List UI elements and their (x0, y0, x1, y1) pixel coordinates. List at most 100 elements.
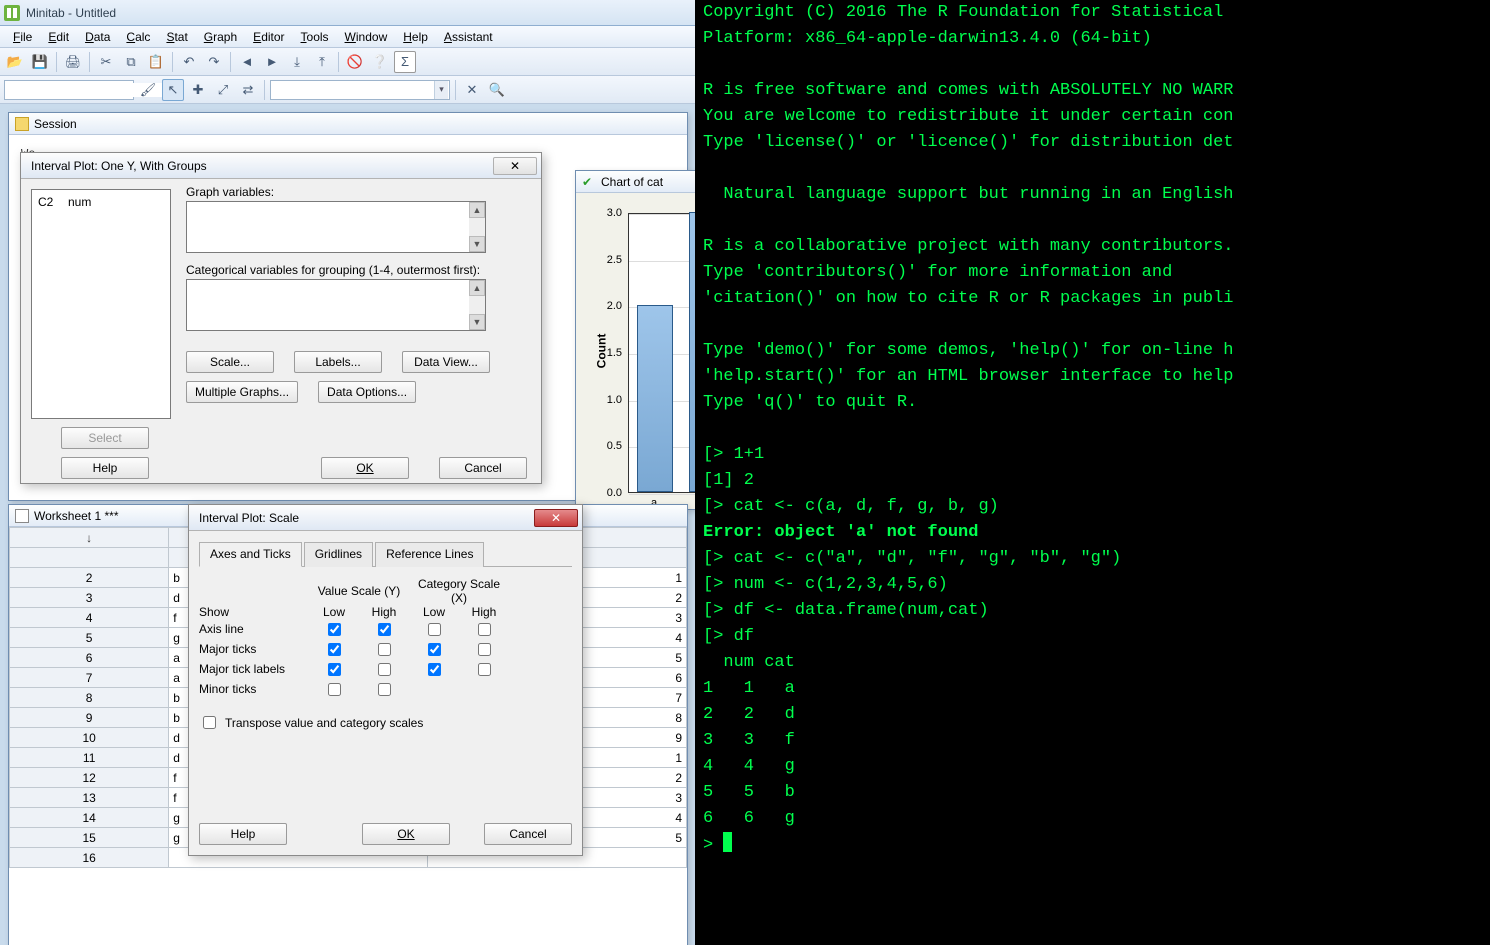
multiple-graphs-button[interactable]: Multiple Graphs... (186, 381, 298, 403)
menu-help[interactable]: Help (396, 28, 435, 46)
scale-checkbox[interactable] (328, 683, 341, 696)
help-button[interactable]: Help (61, 457, 149, 479)
chart-window[interactable]: Chart of cat Count 0.00.51.01.52.02.53.0… (575, 170, 695, 510)
menu-calc[interactable]: Calc (119, 28, 157, 46)
help-icon[interactable]: ❔ (369, 51, 391, 73)
menu-file[interactable]: File (6, 28, 39, 46)
close-button[interactable]: ✕ (493, 157, 537, 175)
scroll-down-icon[interactable]: ▼ (469, 236, 485, 252)
data-view-button[interactable]: Data View... (402, 351, 490, 373)
scroll-down-icon[interactable]: ▼ (469, 314, 485, 330)
scale-checkbox[interactable] (428, 663, 441, 676)
row-index[interactable]: 8 (10, 688, 169, 708)
zoom-combo[interactable]: ▾ (270, 80, 450, 100)
scale-checkbox[interactable] (328, 663, 341, 676)
brush-icon[interactable]: 🖌 (137, 79, 159, 101)
scroll-up-icon[interactable]: ▲ (469, 202, 485, 218)
zoom-icon[interactable]: ⤢ (212, 79, 234, 101)
menu-stat[interactable]: Stat (159, 28, 194, 46)
row-index[interactable]: 7 (10, 668, 169, 688)
tab-axes-and-ticks[interactable]: Axes and Ticks (199, 542, 302, 567)
nav-fwd-icon[interactable]: ► (261, 51, 283, 73)
help-button[interactable]: Help (199, 823, 287, 845)
data-options-button[interactable]: Data Options... (318, 381, 416, 403)
row-index[interactable]: 4 (10, 608, 169, 628)
row-index[interactable]: 13 (10, 788, 169, 808)
menu-tools[interactable]: Tools (294, 28, 336, 46)
row-index[interactable]: 5 (10, 628, 169, 648)
row-index[interactable]: 14 (10, 808, 169, 828)
cancel-button[interactable]: Cancel (484, 823, 572, 845)
scale-checkbox[interactable] (378, 623, 391, 636)
row-index[interactable]: 16 (10, 848, 169, 868)
labels-button[interactable]: Labels... (294, 351, 382, 373)
scale-checkbox[interactable] (478, 643, 491, 656)
ok-button[interactable]: OK (321, 457, 409, 479)
undo-icon[interactable]: ↶ (178, 51, 200, 73)
print-icon[interactable]: 🖨 (62, 51, 84, 73)
scale-checkbox[interactable] (378, 643, 391, 656)
copy-icon[interactable]: ⧉ (120, 51, 142, 73)
scroll-up-icon[interactable]: ▲ (469, 280, 485, 296)
row-index[interactable]: 2 (10, 568, 169, 588)
scale-checkbox[interactable] (478, 663, 491, 676)
paste-icon[interactable]: 📋 (145, 51, 167, 73)
transpose-checkbox-row[interactable]: Transpose value and category scales (199, 713, 572, 732)
categorical-variables-input[interactable]: ▲ ▼ (186, 279, 486, 331)
open-icon[interactable]: 📂 (4, 51, 26, 73)
session-window-titlebar[interactable]: Session (9, 113, 687, 135)
zoom-combo-input[interactable] (271, 83, 434, 97)
scale-checkbox[interactable] (328, 643, 341, 656)
select-button[interactable]: Select (61, 427, 149, 449)
scale-checkbox[interactable] (428, 643, 441, 656)
row-index[interactable]: 12 (10, 768, 169, 788)
row-index[interactable]: 9 (10, 708, 169, 728)
find-next-icon[interactable]: ⤓ (286, 51, 308, 73)
tab-gridlines[interactable]: Gridlines (304, 542, 373, 567)
menu-graph[interactable]: Graph (197, 28, 244, 46)
menu-editor[interactable]: Editor (246, 28, 291, 46)
scale-checkbox[interactable] (428, 623, 441, 636)
scrollbar[interactable]: ▲ ▼ (469, 280, 485, 330)
scale-checkbox[interactable] (378, 663, 391, 676)
close-button[interactable]: ✕ (534, 509, 578, 527)
scrollbar[interactable]: ▲ ▼ (469, 202, 485, 252)
row-index[interactable]: 15 (10, 828, 169, 848)
variable-list-item[interactable]: C2num (38, 194, 164, 210)
graph-variables-input[interactable]: ▲ ▼ (186, 201, 486, 253)
scale-checkbox[interactable] (328, 623, 341, 636)
nav-back-icon[interactable]: ◄ (236, 51, 258, 73)
scale-button[interactable]: Scale... (186, 351, 274, 373)
redo-icon[interactable]: ↷ (203, 51, 225, 73)
cut-icon[interactable]: ✂ (95, 51, 117, 73)
scale-dialog[interactable]: Interval Plot: Scale ✕ Axes and TicksGri… (188, 504, 583, 856)
scale-dialog-titlebar[interactable]: Interval Plot: Scale ✕ (189, 505, 582, 531)
row-index[interactable]: 10 (10, 728, 169, 748)
row-corner[interactable]: ↓ (10, 528, 169, 548)
chevron-down-icon[interactable]: ▾ (434, 81, 448, 99)
search-icon[interactable]: 🔍 (486, 79, 508, 101)
row-index[interactable]: 6 (10, 648, 169, 668)
cancel-icon[interactable]: 🚫 (344, 51, 366, 73)
menu-edit[interactable]: Edit (41, 28, 76, 46)
row-index[interactable]: 3 (10, 588, 169, 608)
ok-button[interactable]: OK (362, 823, 450, 845)
cancel-button[interactable]: Cancel (439, 457, 527, 479)
chart-window-titlebar[interactable]: Chart of cat (576, 171, 695, 193)
scale-checkbox[interactable] (478, 623, 491, 636)
interval-plot-dialog[interactable]: Interval Plot: One Y, With Groups ✕ C2nu… (20, 152, 542, 484)
menu-assistant[interactable]: Assistant (437, 28, 500, 46)
find-prev-icon[interactable]: ⤒ (311, 51, 333, 73)
sigma-icon[interactable]: Σ (394, 51, 416, 73)
variable-combo[interactable]: ▾ (4, 80, 134, 100)
pointer-icon[interactable]: ↖ (162, 79, 184, 101)
pan-icon[interactable]: ⇄ (237, 79, 259, 101)
close-icon[interactable]: ✕ (461, 79, 483, 101)
tab-reference-lines[interactable]: Reference Lines (375, 542, 484, 567)
scale-checkbox[interactable] (378, 683, 391, 696)
variable-list[interactable]: C2num (31, 189, 171, 419)
crosshair-icon[interactable]: ✚ (187, 79, 209, 101)
row-index[interactable]: 11 (10, 748, 169, 768)
transpose-checkbox[interactable] (203, 716, 216, 729)
interval-plot-dialog-titlebar[interactable]: Interval Plot: One Y, With Groups ✕ (21, 153, 541, 179)
